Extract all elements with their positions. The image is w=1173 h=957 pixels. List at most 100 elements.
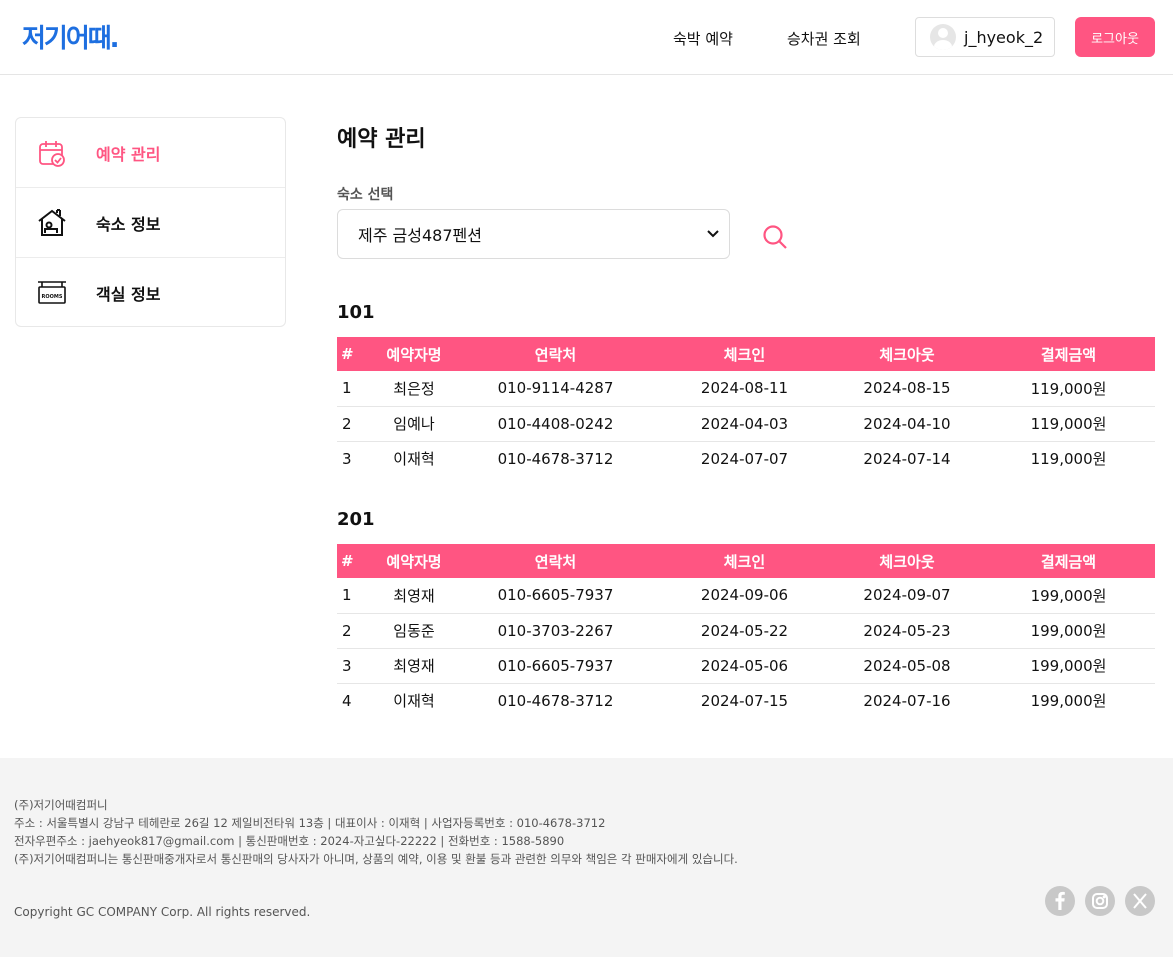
rooms-sign-icon: ROOMS [37, 278, 67, 308]
table-cell: 임동준 [374, 613, 454, 649]
table-row: 3 최영재 010-6605-7937 2024-05-06 2024-05-0… [337, 648, 1155, 684]
user-name: j_hyeok_2 [964, 27, 1044, 47]
column-header: 체크아웃 [832, 337, 982, 371]
table-cell: 4 [342, 691, 352, 710]
table-cell: 이재혁 [393, 450, 435, 469]
header: 저기어때. 숙박 예약 승차권 조회 j_hyeok_2 로그아웃 [0, 0, 1173, 75]
lodging-select[interactable]: 제주 금성487펜션 [337, 209, 730, 259]
table-cell: 2024-05-23 [832, 613, 982, 649]
table-cell: 199,000원 [982, 578, 1155, 614]
table-row: 3 이재혁 010-4678-3712 2024-07-07 2024-07-1… [337, 441, 1155, 476]
nav-lodging-reservation[interactable]: 숙박 예약 [673, 28, 733, 49]
column-header: 체크인 [657, 544, 832, 578]
table-cell: 010-9114-4287 [454, 371, 657, 407]
table-cell: 010-4408-0242 [454, 406, 657, 442]
copyright: Copyright GC COMPANY Corp. All rights re… [14, 905, 311, 919]
table-cell: 2024-08-11 [657, 371, 832, 407]
sidebar-item-reservation[interactable]: 예약 관리 [16, 118, 285, 188]
table-cell: 199,000원 [982, 613, 1155, 649]
table-cell: 2024-09-06 [657, 578, 832, 614]
search-button[interactable] [760, 222, 790, 252]
user-profile-button[interactable]: j_hyeok_2 [915, 17, 1055, 57]
column-header: 연락처 [454, 544, 657, 578]
lodging-select-value: 제주 금성487펜션 [358, 226, 482, 245]
footer-info: (주)저기어때컴퍼니 주소 : 서울특별시 강남구 테헤란로 26길 12 제일… [14, 796, 738, 868]
house-icon [37, 208, 67, 238]
sidebar-item-label: 숙소 정보 [96, 214, 161, 234]
company-contact: 전자우편주소 : jaehyeok817@gmail.com | 통신판매번호 … [14, 834, 565, 848]
table-cell: 2024-07-15 [700, 691, 789, 710]
table-header-row: # 예약자명 연락처 체크인 체크아웃 결제금액 [337, 337, 1155, 371]
table-cell: 199,000원 [982, 648, 1155, 684]
sidebar-item-room-info[interactable]: ROOMS 객실 정보 [16, 258, 285, 328]
table-row: 4 이재혁 010-4678-3712 2024-07-15 2024-07-1… [337, 683, 1155, 718]
column-header: # [337, 544, 374, 578]
company-name: (주)저기어때컴퍼니 [14, 798, 108, 812]
table-cell: 2024-07-07 [700, 449, 789, 468]
table-cell: 2024-08-15 [832, 371, 982, 407]
table-cell: 010-3703-2267 [454, 613, 657, 649]
search-icon [763, 225, 787, 249]
reservation-table: # 예약자명 연락처 체크인 체크아웃 결제금액 1 최영재 010-6605-… [337, 544, 1155, 718]
table-cell: 010-6605-7937 [454, 648, 657, 684]
facebook-icon[interactable] [1045, 886, 1075, 916]
table-cell: 2024-09-07 [832, 578, 982, 614]
reservation-table: # 예약자명 연락처 체크인 체크아웃 결제금액 1 최은정 010-9114-… [337, 337, 1155, 476]
page-title: 예약 관리 [337, 127, 426, 152]
table-cell: 2 [337, 406, 374, 442]
sidebar-item-label: 예약 관리 [96, 144, 161, 164]
table-cell: 010-4678-3712 [497, 449, 614, 468]
sidebar-item-lodging-info[interactable]: 숙소 정보 [16, 188, 285, 258]
table-row: 2 임예나 010-4408-0242 2024-04-03 2024-04-1… [337, 406, 1155, 442]
company-address: 주소 : 서울특별시 강남구 테헤란로 26길 12 제일비전타워 13층 | … [14, 816, 606, 830]
table-cell: 1 [337, 371, 374, 407]
column-header: 예약자명 [374, 337, 454, 371]
table-cell: 1 [337, 578, 374, 614]
nav-ticket-lookup[interactable]: 승차권 조회 [787, 28, 861, 49]
column-header: 연락처 [454, 337, 657, 371]
table-cell: 2024-05-08 [832, 648, 982, 684]
table-cell: 010-6605-7937 [454, 578, 657, 614]
column-header: 예약자명 [374, 544, 454, 578]
table-header-row: # 예약자명 연락처 체크인 체크아웃 결제금액 [337, 544, 1155, 578]
room-title: 201 [337, 509, 375, 530]
column-header: 결제금액 [982, 544, 1155, 578]
table-cell: 2024-04-10 [832, 406, 982, 442]
table-cell: 3 [342, 449, 352, 468]
table-row: 2 임동준 010-3703-2267 2024-05-22 2024-05-2… [337, 613, 1155, 649]
calendar-check-icon [37, 138, 67, 168]
column-header: # [337, 337, 374, 371]
table-row: 1 최영재 010-6605-7937 2024-09-06 2024-09-0… [337, 578, 1155, 614]
chevron-down-icon [707, 227, 719, 241]
instagram-icon[interactable] [1085, 886, 1115, 916]
table-cell: 2024-07-14 [863, 449, 951, 468]
table-cell: 이재혁 [393, 692, 435, 711]
table-cell: 임예나 [374, 406, 454, 442]
table-cell: 199,000원 [1030, 692, 1107, 711]
table-cell: 119,000원 [982, 371, 1155, 407]
table-cell: 010-4678-3712 [497, 691, 614, 710]
table-cell: 최은정 [374, 371, 454, 407]
column-header: 체크아웃 [832, 544, 982, 578]
rooms-sign-text: ROOMS [42, 294, 63, 300]
avatar [930, 24, 956, 50]
logo[interactable]: 저기어때. [22, 18, 120, 55]
table-cell: 119,000원 [982, 406, 1155, 442]
x-icon[interactable] [1125, 886, 1155, 916]
table-cell: 2024-04-03 [657, 406, 832, 442]
company-disclaimer: (주)저기어때컴퍼니는 통신판매중개자로서 통신판매의 당사자가 아니며, 상품… [14, 852, 738, 866]
column-header: 체크인 [657, 337, 832, 371]
column-header: 결제금액 [982, 337, 1155, 371]
sidebar-item-label: 객실 정보 [96, 285, 161, 304]
sidebar: 예약 관리 숙소 정보 ROOMS 객실 정보 [15, 117, 286, 327]
table-cell: 119,000원 [1030, 450, 1107, 469]
table-cell: 3 [337, 648, 374, 684]
table-cell: 2024-05-22 [657, 613, 832, 649]
table-row: 1 최은정 010-9114-4287 2024-08-11 2024-08-1… [337, 371, 1155, 407]
table-cell: 2024-05-06 [657, 648, 832, 684]
table-cell: 2 [337, 613, 374, 649]
footer: (주)저기어때컴퍼니 주소 : 서울특별시 강남구 테헤란로 26길 12 제일… [0, 758, 1173, 957]
room-title: 101 [337, 302, 375, 323]
logout-button[interactable]: 로그아웃 [1075, 17, 1155, 57]
table-cell: 최영재 [374, 578, 454, 614]
